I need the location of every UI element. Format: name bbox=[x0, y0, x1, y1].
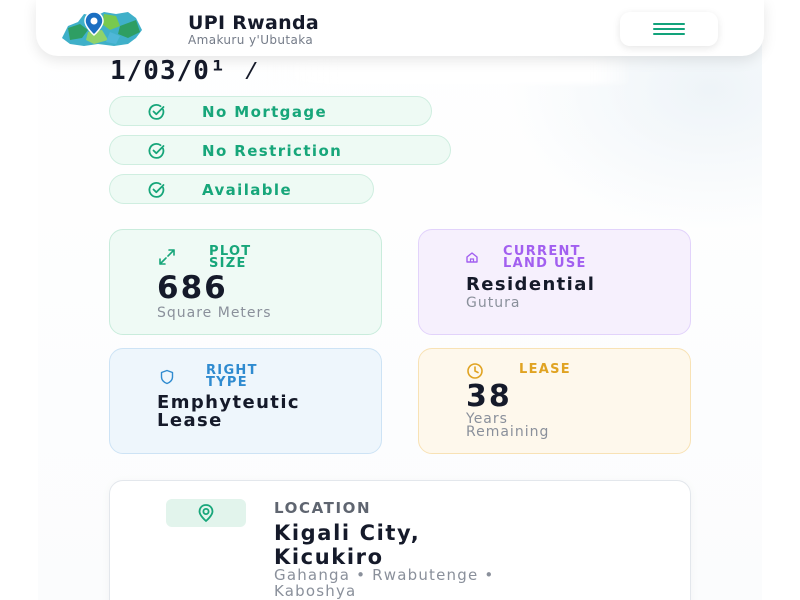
land-use-value: Residential bbox=[466, 274, 596, 295]
lease-card: LEASE 38 Years Remaining bbox=[418, 348, 691, 454]
app-subtitle: Amakuru y'Ubutaka bbox=[188, 33, 314, 47]
status-pill-mortgage: No Mortgage bbox=[109, 96, 432, 126]
plot-size-card: PLOT SIZE 686 Square Meters bbox=[109, 229, 382, 335]
plot-size-value: 686 bbox=[157, 270, 228, 306]
check-circle-icon bbox=[148, 181, 165, 198]
status-pill-available: Available bbox=[109, 174, 374, 204]
status-pill-label: Available bbox=[202, 181, 293, 199]
lease-sub: Years Remaining bbox=[466, 411, 550, 440]
right-type-label: RIGHT TYPE bbox=[206, 363, 258, 390]
app-title: UPI Rwanda bbox=[188, 12, 319, 34]
expand-arrows-icon bbox=[159, 249, 175, 265]
shield-icon bbox=[160, 369, 174, 385]
upi-number: 1/03/0¹ ⁄ bbox=[110, 56, 260, 86]
clock-icon bbox=[467, 363, 483, 379]
land-use-sub: Gutura bbox=[466, 295, 521, 311]
location-city: Kigali City, Kicukiro bbox=[274, 521, 421, 569]
home-icon bbox=[466, 252, 478, 263]
plot-size-unit: Square Meters bbox=[157, 305, 272, 321]
location-pin-icon bbox=[198, 504, 214, 523]
upi-redaction bbox=[268, 58, 628, 84]
location-cells: Gahanga • Rwabutenge • Kaboshya bbox=[274, 566, 495, 600]
lease-label: LEASE bbox=[519, 362, 571, 377]
land-use-label: CURRENT LAND USE bbox=[503, 244, 587, 271]
right-type-value: Emphyteutic Lease bbox=[157, 392, 300, 431]
hamburger-icon bbox=[653, 23, 685, 35]
location-icon-badge bbox=[166, 499, 246, 527]
status-pill-restriction: No Restriction bbox=[109, 135, 451, 165]
plot-size-label: PLOT SIZE bbox=[209, 244, 252, 271]
right-type-card: RIGHT TYPE Emphyteutic Lease bbox=[109, 348, 382, 454]
status-pill-label: No Mortgage bbox=[202, 103, 328, 121]
location-card[interactable]: LOCATION Kigali City, Kicukiro Gahanga •… bbox=[109, 480, 691, 600]
land-use-card: CURRENT LAND USE Residential Gutura bbox=[418, 229, 691, 335]
menu-button[interactable] bbox=[620, 12, 718, 46]
lease-value: 38 bbox=[466, 379, 512, 414]
check-circle-icon bbox=[148, 142, 165, 159]
status-pill-label: No Restriction bbox=[202, 142, 343, 160]
check-circle-icon bbox=[148, 103, 165, 120]
rwanda-map-pin-icon[interactable] bbox=[58, 8, 146, 48]
app-header: UPI Rwanda Amakuru y'Ubutaka bbox=[36, 0, 764, 56]
location-label: LOCATION bbox=[274, 499, 372, 517]
